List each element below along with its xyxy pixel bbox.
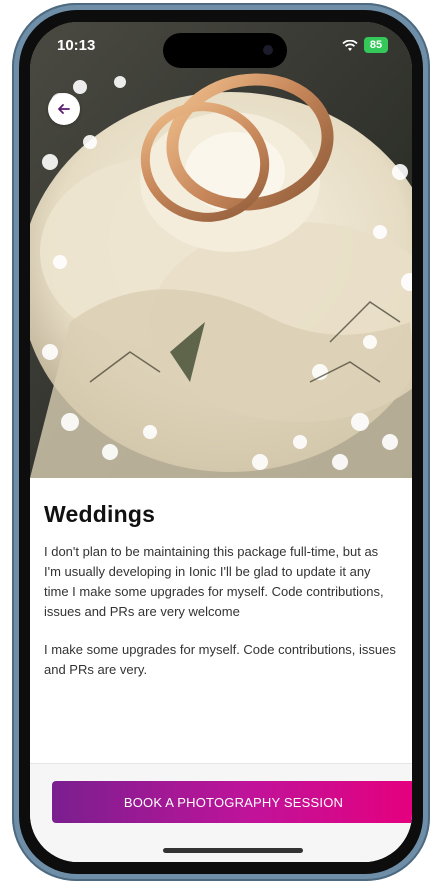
screen: 10:13 85 Weddings I don't plan to be mai… <box>30 22 412 862</box>
status-time: 10:13 <box>57 37 96 54</box>
detail-content: Weddings I don't plan to be maintaining … <box>30 478 412 680</box>
footer-bar: BOOK A PHOTOGRAPHY SESSION <box>30 763 412 862</box>
arrow-left-icon <box>58 104 70 114</box>
phone-bezel: 10:13 85 Weddings I don't plan to be mai… <box>19 10 423 874</box>
status-bar: 10:13 85 <box>30 22 412 72</box>
home-indicator <box>163 848 303 853</box>
phone-frame: 10:13 85 Weddings I don't plan to be mai… <box>12 3 430 881</box>
description-paragraph-2: I make some upgrades for myself. Code co… <box>44 642 396 677</box>
wifi-icon <box>342 40 358 51</box>
page-title: Weddings <box>44 501 156 527</box>
description-paragraph-1: I don't plan to be maintaining this pack… <box>44 544 384 619</box>
wedding-photo <box>30 22 412 478</box>
back-button[interactable] <box>48 93 80 125</box>
book-session-button[interactable]: BOOK A PHOTOGRAPHY SESSION <box>52 781 412 823</box>
dynamic-island <box>163 33 287 68</box>
camera-icon <box>263 45 273 55</box>
hero-image <box>30 22 412 478</box>
battery-indicator: 85 <box>364 37 388 53</box>
